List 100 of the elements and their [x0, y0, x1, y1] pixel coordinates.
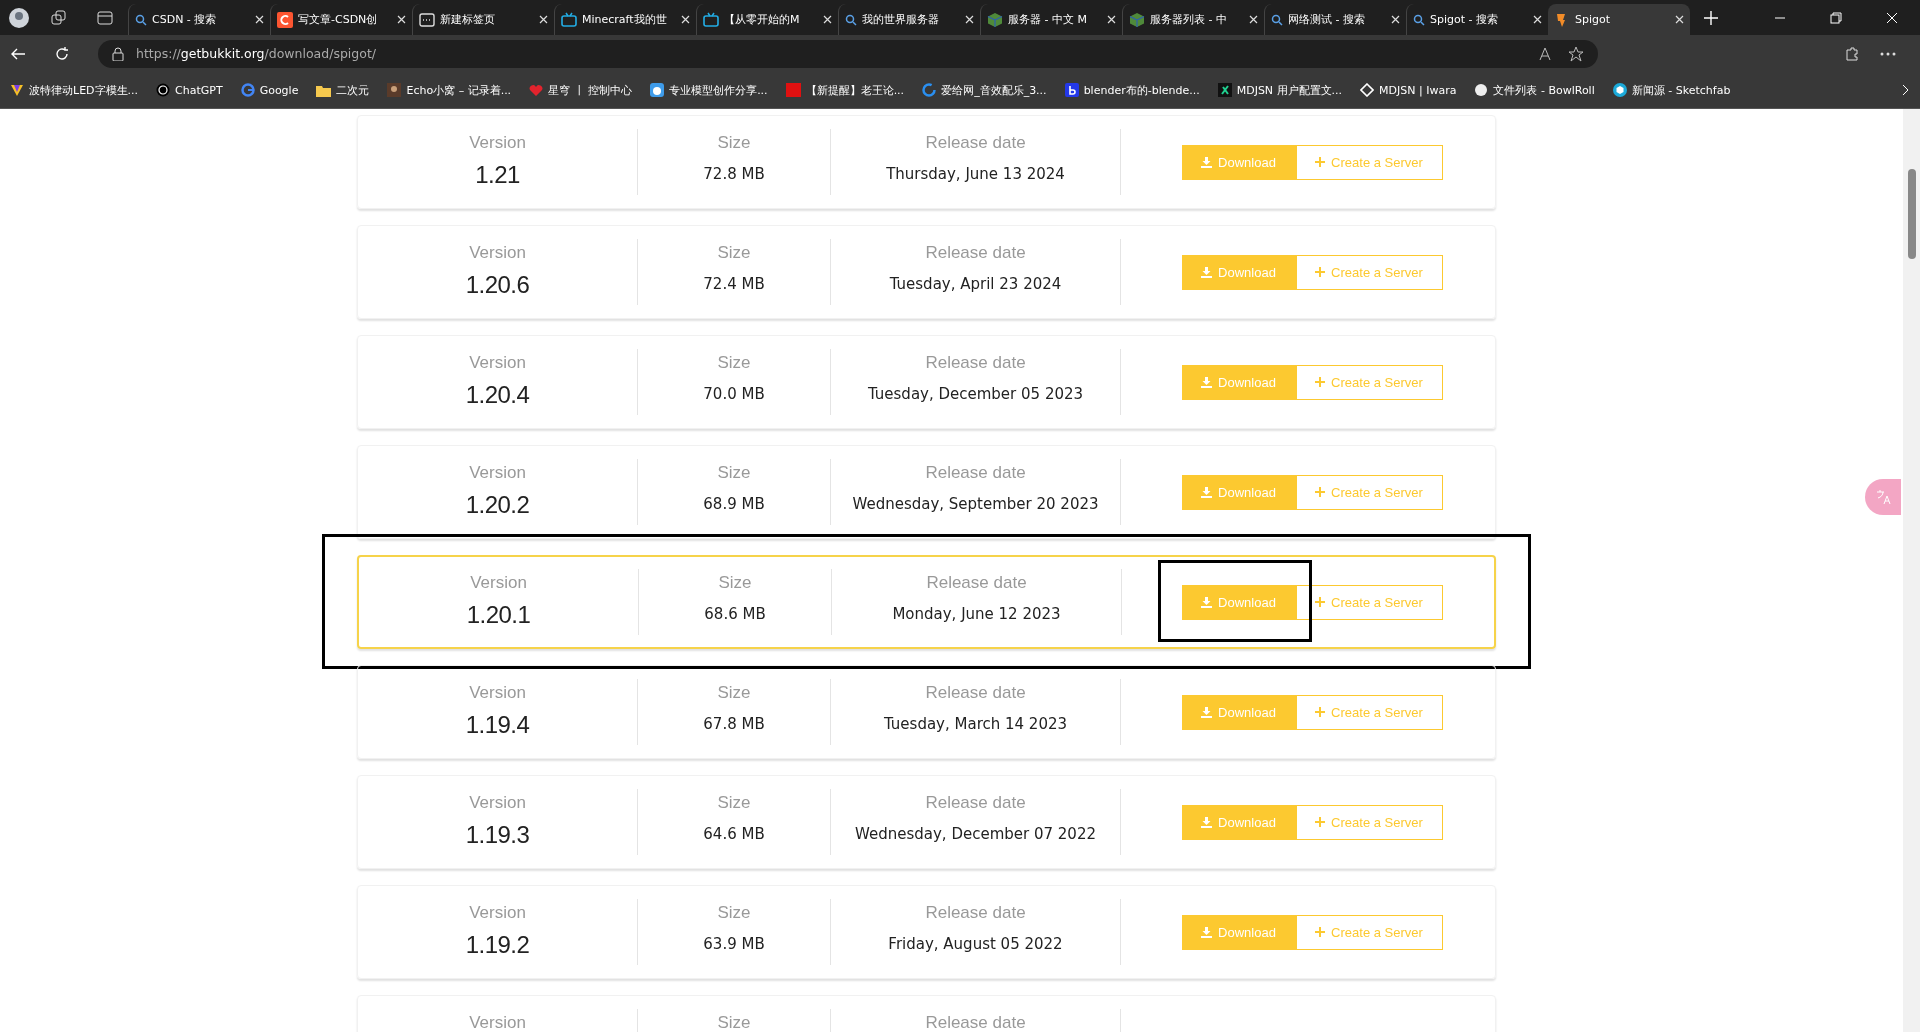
close-icon[interactable] — [1391, 15, 1400, 24]
download-icon — [1201, 486, 1213, 498]
close-icon[interactable] — [965, 15, 974, 24]
size-label: Size — [717, 1013, 751, 1032]
bookmark[interactable]: 专业模型创作分享... — [650, 82, 768, 98]
size-label: Size — [717, 463, 751, 483]
ring-icon — [922, 83, 937, 97]
version-label: Version — [469, 353, 526, 373]
star-icon[interactable] — [1568, 45, 1584, 62]
bookmark[interactable]: 二次元 — [316, 82, 370, 98]
cube-icon — [1612, 83, 1627, 97]
bookmark[interactable]: 【新提醒】老王论... — [785, 82, 905, 98]
plus-icon — [1315, 707, 1326, 717]
file-size: 67.8 MB — [703, 715, 765, 733]
restore-icon[interactable] — [1830, 11, 1842, 24]
close-icon[interactable] — [1675, 15, 1684, 24]
release-date-label: Release date — [925, 243, 1026, 263]
plus-icon — [1315, 597, 1326, 607]
file-size: 63.9 MB — [703, 935, 765, 953]
scrollbar-thumb[interactable] — [1907, 169, 1916, 259]
search-icon — [135, 13, 147, 26]
bookmark[interactable]: Echo小窝 – 记录着... — [387, 82, 512, 98]
window-icon — [419, 11, 435, 28]
version-number: 1.19.4 — [465, 711, 530, 739]
plus-icon — [1315, 927, 1326, 937]
version-number: 1.19.3 — [465, 821, 530, 849]
bookmark[interactable]: 波特律动LED字模生... — [10, 82, 139, 98]
file-size: 68.9 MB — [703, 495, 765, 513]
download-icon — [1201, 266, 1213, 278]
release-date: Thursday, June 13 2024 — [886, 165, 1065, 183]
extensions-icon[interactable] — [1844, 45, 1860, 62]
file-size: 68.6 MB — [704, 605, 766, 623]
browser-tab[interactable]: Spigot — [1548, 4, 1690, 35]
close-icon[interactable] — [397, 15, 406, 24]
plus-icon — [1315, 157, 1326, 167]
close-icon[interactable] — [823, 15, 832, 24]
version-label: Version — [469, 463, 526, 483]
cube-icon — [1129, 11, 1145, 28]
size-label: Size — [717, 133, 751, 153]
close-icon[interactable] — [539, 15, 548, 24]
refresh-icon[interactable] — [54, 45, 70, 62]
version-label: Version — [469, 903, 526, 923]
b-logo-icon — [1064, 83, 1079, 97]
bookmark[interactable]: blender布的-blende... — [1064, 82, 1200, 98]
version-number: 1.20.4 — [465, 381, 530, 409]
size-label: Size — [717, 353, 751, 373]
search-icon — [1271, 13, 1283, 26]
close-icon[interactable] — [255, 15, 264, 24]
release-date: Wednesday, September 20 2023 — [852, 495, 1099, 513]
address-bar[interactable]: https://getbukkit.org/download/spigot/ — [98, 39, 1598, 68]
version-number: 1.20.1 — [466, 601, 531, 629]
chevron-right-icon[interactable] — [1902, 84, 1910, 96]
search-icon — [845, 13, 857, 26]
folder-icon — [316, 83, 332, 97]
release-date: Friday, August 05 2022 — [888, 935, 1063, 953]
profile-avatar[interactable] — [8, 6, 30, 29]
circle-icon — [1474, 83, 1489, 97]
cube-icon — [987, 11, 1003, 28]
bookmark[interactable]: ChatGPT — [156, 83, 223, 97]
release-date-label: Release date — [925, 903, 1026, 923]
bookmark[interactable]: 新闻源 - Sketchfab — [1612, 82, 1731, 98]
url-text: https://getbukkit.org/download/spigot/ — [136, 46, 377, 61]
c-logo-icon — [277, 11, 293, 28]
size-label: Size — [717, 903, 751, 923]
bookmark[interactable]: 爱给网_音效配乐_3... — [922, 82, 1047, 98]
download-icon — [1201, 816, 1213, 828]
version-label: Version — [469, 683, 526, 703]
version-label: Version — [469, 793, 526, 813]
bookmark[interactable]: MDJSN | Iwara — [1360, 83, 1457, 97]
close-icon[interactable] — [681, 15, 690, 24]
close-icon[interactable] — [1107, 15, 1116, 24]
release-date-label: Release date — [925, 463, 1026, 483]
bookmark[interactable]: 星穹 丨 控制中心 — [529, 82, 633, 98]
version-number: 1.20.6 — [465, 271, 530, 299]
more-icon[interactable] — [1880, 51, 1896, 56]
release-date: Wednesday, December 07 2022 — [855, 825, 1096, 843]
bookmark[interactable]: Google — [240, 83, 299, 97]
version-number: 1.19.2 — [465, 931, 530, 959]
plus-icon — [1315, 487, 1326, 497]
avatar-icon — [387, 83, 402, 97]
release-date-label: Release date — [926, 573, 1027, 593]
size-label: Size — [718, 573, 752, 593]
version-number: 1.21 — [475, 161, 520, 189]
bookmark[interactable]: MDJSN 用户配置文... — [1217, 82, 1343, 98]
lock-icon — [112, 46, 124, 61]
close-icon[interactable] — [1533, 15, 1542, 24]
leaf-icon — [1217, 83, 1232, 97]
release-date-label: Release date — [925, 683, 1026, 703]
version-label: Version — [470, 573, 527, 593]
download-icon — [1201, 706, 1213, 718]
release-date: Monday, June 12 2023 — [892, 605, 1061, 623]
close-icon[interactable] — [1249, 15, 1258, 24]
release-date: Tuesday, March 14 2023 — [883, 715, 1068, 733]
tv-icon — [561, 11, 577, 28]
file-size: 64.6 MB — [703, 825, 765, 843]
bookmark[interactable]: 文件列表 - BowlRoll — [1474, 82, 1595, 98]
new-tab-icon[interactable] — [1704, 10, 1718, 25]
size-label: Size — [717, 243, 751, 263]
release-date: Tuesday, April 23 2024 — [889, 275, 1062, 293]
g-logo-icon — [240, 83, 255, 97]
